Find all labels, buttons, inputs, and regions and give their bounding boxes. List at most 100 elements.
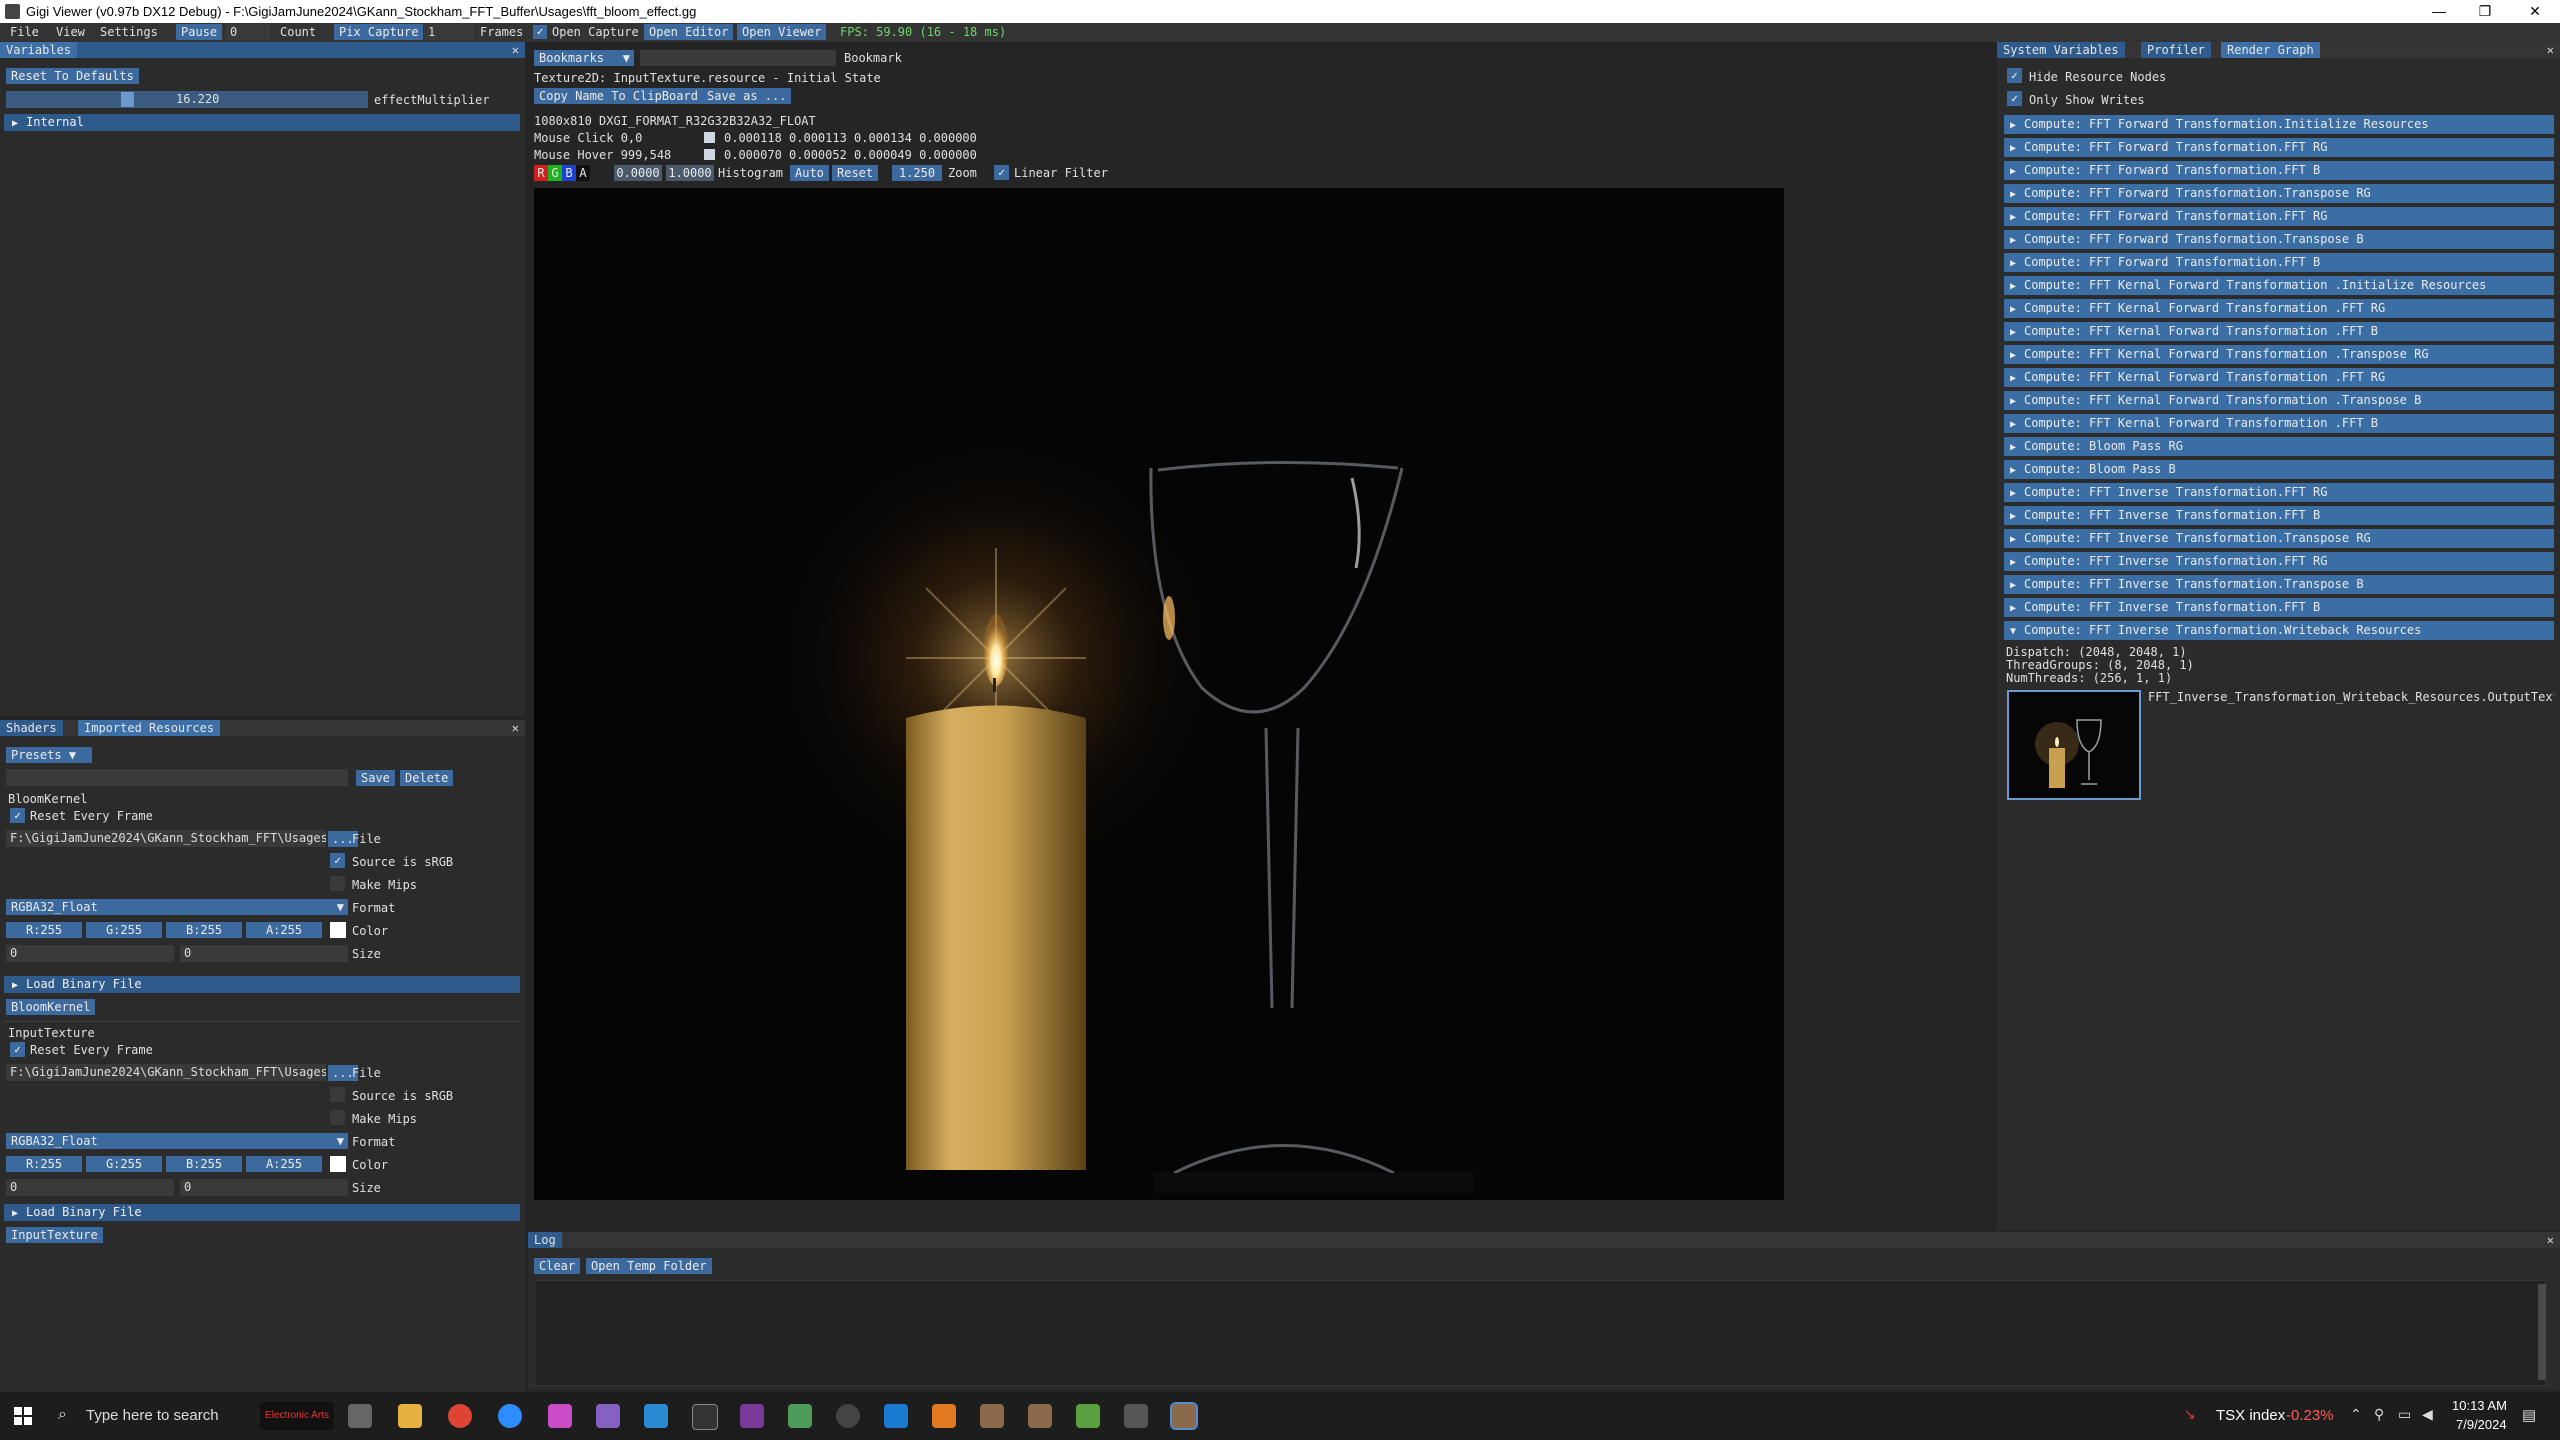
clock-date[interactable]: 7/9/2024: [2456, 1417, 2507, 1432]
input-size-width[interactable]: 0: [6, 1179, 174, 1196]
render-graph-node[interactable]: ▶ Compute: FFT Kernal Forward Transformat…: [2004, 368, 2554, 387]
clock-time[interactable]: 10:13 AM: [2452, 1398, 2507, 1413]
volume-icon[interactable]: ◀: [2422, 1406, 2433, 1423]
bloom-file-path-input[interactable]: F:\GigiJamJune2024\GKann_Stockham_FFT\Us…: [6, 830, 326, 847]
chrome-icon[interactable]: [448, 1404, 472, 1428]
open-capture-checkbox[interactable]: ✓: [533, 25, 547, 39]
zoom-field[interactable]: 1.250: [892, 165, 942, 181]
close-window-button[interactable]: ✕: [2512, 0, 2558, 23]
file-explorer-icon[interactable]: [398, 1404, 422, 1428]
input-color-g[interactable]: G:255: [86, 1156, 162, 1172]
render-graph-node[interactable]: ▶ Compute: FFT Forward Transformation.Tra…: [2004, 230, 2554, 249]
tab-log[interactable]: Log: [528, 1232, 562, 1248]
presets-dropdown[interactable]: Presets ▼: [6, 747, 92, 763]
log-scrollbar[interactable]: [2538, 1284, 2546, 1380]
app-icon-green[interactable]: [788, 1404, 812, 1428]
hide-resource-nodes-checkbox[interactable]: ✓: [2007, 68, 2022, 83]
preset-name-input[interactable]: [6, 769, 348, 786]
zoom-icon[interactable]: [498, 1404, 522, 1428]
input-color-swatch[interactable]: [330, 1156, 346, 1172]
preset-save-button[interactable]: Save: [356, 770, 395, 786]
bloom-color-r[interactable]: R:255: [6, 922, 82, 938]
menu-file[interactable]: File: [10, 25, 39, 39]
slack-icon[interactable]: [548, 1404, 572, 1428]
tab-imported-resources[interactable]: Imported Resources: [78, 720, 221, 736]
render-graph-node[interactable]: ▶ Compute: FFT Inverse Transformation.FFT…: [2004, 552, 2554, 571]
gigi-icon[interactable]: [1028, 1404, 1052, 1428]
bloom-color-g[interactable]: G:255: [86, 922, 162, 938]
bloom-color-swatch[interactable]: [330, 922, 346, 938]
preset-delete-button[interactable]: Delete: [400, 770, 454, 786]
slider-grab[interactable]: [121, 92, 134, 107]
magnifier-icon[interactable]: [932, 1404, 956, 1428]
render-graph-node[interactable]: ▶ Compute: FFT Forward Transformation.FFT…: [2004, 207, 2554, 226]
tab-variables[interactable]: Variables: [0, 42, 78, 58]
menu-view[interactable]: View: [56, 25, 85, 39]
tab-shaders[interactable]: Shaders: [0, 720, 63, 736]
bloom-color-a[interactable]: A:255: [246, 922, 322, 938]
auto-button[interactable]: Auto: [790, 165, 829, 181]
render-graph-node-expanded[interactable]: ▼ Compute: FFT Inverse Transformation.Wri…: [2004, 621, 2554, 640]
close-icon[interactable]: ✕: [512, 42, 519, 58]
render-graph-node[interactable]: ▶ Compute: FFT Inverse Transformation.FFT…: [2004, 483, 2554, 502]
bookmark-name-input[interactable]: [640, 50, 836, 66]
histogram-max-field[interactable]: 1.0000: [666, 165, 714, 181]
bloom-size-width[interactable]: 0: [6, 945, 174, 962]
render-graph-node[interactable]: ▶ Compute: FFT Inverse Transformation.FFT…: [2004, 598, 2554, 617]
render-graph-node[interactable]: ▶ Compute: FFT Inverse Transformation.Tra…: [2004, 575, 2554, 594]
bloom-size-height[interactable]: 0: [180, 945, 348, 962]
tab-profiler[interactable]: Profiler: [2141, 42, 2211, 58]
channel-r-toggle[interactable]: R: [534, 165, 548, 181]
bloom-make-mips-checkbox[interactable]: [330, 876, 345, 891]
tsx-index-label[interactable]: TSX index: [2216, 1407, 2285, 1424]
notifications-icon[interactable]: ▤: [2522, 1406, 2536, 1424]
input-color-a[interactable]: A:255: [246, 1156, 322, 1172]
linear-filter-checkbox[interactable]: ✓: [994, 165, 1009, 180]
render-graph-node[interactable]: ▶ Compute: Bloom Pass B: [2004, 460, 2554, 479]
render-graph-node[interactable]: ▶ Compute: FFT Forward Transformation.FFT…: [2004, 161, 2554, 180]
input-reset-every-frame-checkbox[interactable]: ✓: [10, 1042, 25, 1057]
render-graph-node[interactable]: ▶ Compute: FFT Inverse Transformation.FFT…: [2004, 506, 2554, 525]
input-size-height[interactable]: 0: [180, 1179, 348, 1196]
app-icon-image[interactable]: [1076, 1404, 1100, 1428]
tab-render-graph[interactable]: Render Graph: [2221, 42, 2320, 58]
internal-section[interactable]: ▶ Internal: [4, 114, 520, 131]
open-viewer-button[interactable]: Open Viewer: [737, 24, 827, 40]
histogram-min-field[interactable]: 0.0000: [614, 165, 662, 181]
gigi-viewer-icon[interactable]: [1170, 1402, 1198, 1430]
pix-frames-field[interactable]: 1: [424, 24, 474, 40]
restore-button[interactable]: ❐: [2462, 0, 2508, 23]
render-graph-node[interactable]: ▶ Compute: FFT Kernal Forward Transformat…: [2004, 276, 2554, 295]
minimize-button[interactable]: —: [2416, 0, 2462, 23]
render-graph-node[interactable]: ▶ Compute: Bloom Pass RG: [2004, 437, 2554, 456]
input-color-b[interactable]: B:255: [166, 1156, 242, 1172]
chevron-up-icon[interactable]: ⌃: [2350, 1406, 2362, 1423]
close-icon[interactable]: ✕: [512, 720, 519, 736]
visual-studio-icon[interactable]: [596, 1404, 620, 1428]
render-graph-node[interactable]: ▶ Compute: FFT Kernal Forward Transformat…: [2004, 322, 2554, 341]
render-graph-node[interactable]: ▶ Compute: FFT Forward Transformation.Tra…: [2004, 184, 2554, 203]
reset-defaults-button[interactable]: Reset To Defaults: [6, 68, 139, 84]
menu-settings[interactable]: Settings: [100, 25, 158, 39]
output-texture-thumbnail[interactable]: [2007, 690, 2141, 800]
channel-b-toggle[interactable]: B: [562, 165, 576, 181]
save-as-button[interactable]: Save as ...: [702, 88, 792, 104]
log-clear-button[interactable]: Clear: [534, 1258, 581, 1274]
input-color-r[interactable]: R:255: [6, 1156, 82, 1172]
input-load-binary-section[interactable]: ▶ Load Binary File: [4, 1204, 520, 1221]
render-graph-node[interactable]: ▶ Compute: FFT Forward Transformation.FFT…: [2004, 253, 2554, 272]
close-icon[interactable]: ✕: [2547, 42, 2554, 58]
open-temp-folder-button[interactable]: Open Temp Folder: [586, 1258, 712, 1274]
open-editor-button[interactable]: Open Editor: [644, 24, 734, 40]
input-source-srgb-checkbox[interactable]: [330, 1087, 345, 1102]
task-view-icon[interactable]: [348, 1404, 372, 1428]
render-graph-node[interactable]: ▶ Compute: FFT Forward Transformation.FFT…: [2004, 138, 2554, 157]
bloom-load-binary-section[interactable]: ▶ Load Binary File: [4, 976, 520, 993]
input-make-mips-checkbox[interactable]: [330, 1110, 345, 1125]
app-icon-hand[interactable]: [1124, 1404, 1148, 1428]
pix-capture-button[interactable]: Pix Capture: [334, 24, 424, 40]
render-graph-node[interactable]: ▶ Compute: FFT Kernal Forward Transformat…: [2004, 414, 2554, 433]
only-show-writes-checkbox[interactable]: ✓: [2007, 91, 2022, 106]
bookmarks-dropdown[interactable]: Bookmarks ▼: [534, 50, 634, 66]
gigi-editor-icon[interactable]: [980, 1404, 1004, 1428]
